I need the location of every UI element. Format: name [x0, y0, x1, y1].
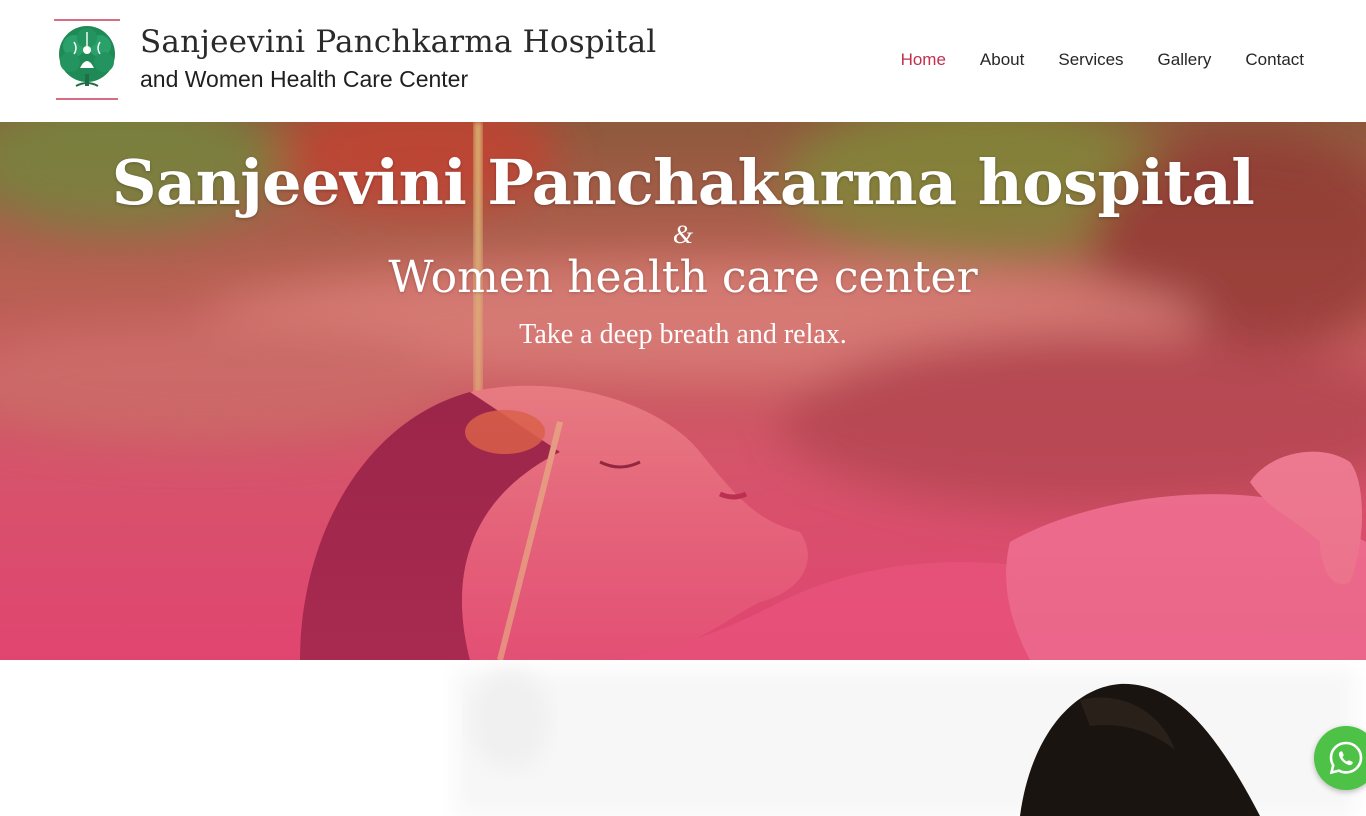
- brand-title: Sanjeevini Panchkarma Hospital: [140, 24, 657, 60]
- about-preview-section: [0, 660, 1366, 816]
- brand-text: Sanjeevini Panchkarma Hospital and Women…: [140, 24, 656, 94]
- hero-subtitle: Women health care center: [388, 252, 978, 303]
- main-nav: Home About Services Gallery Contact: [867, 50, 1304, 70]
- brand-link[interactable]: Sanjeevini Panchkarma Hospital and Women…: [50, 16, 656, 104]
- brand-subtitle: and Women Health Care Center: [140, 66, 469, 92]
- nav-contact[interactable]: Contact: [1245, 50, 1304, 70]
- nav-gallery[interactable]: Gallery: [1158, 50, 1212, 70]
- hero-tagline: Take a deep breath and relax.: [519, 319, 847, 350]
- hero-title: Sanjeevini Panchakarma hospital: [111, 146, 1255, 219]
- hero-banner: Sanjeevini Panchakarma hospital & Women …: [0, 122, 1366, 660]
- hero-ampersand: &: [672, 220, 694, 249]
- nav-home[interactable]: Home: [901, 50, 946, 70]
- tree-of-life-logo-icon: [54, 19, 120, 100]
- nav-about[interactable]: About: [980, 50, 1024, 70]
- nav-services[interactable]: Services: [1058, 50, 1123, 70]
- whatsapp-icon: [1329, 741, 1363, 775]
- woman-portrait-image: [455, 670, 1355, 816]
- site-header: Sanjeevini Panchkarma Hospital and Women…: [0, 0, 1366, 122]
- hero-content: Sanjeevini Panchakarma hospital & Women …: [0, 122, 1366, 352]
